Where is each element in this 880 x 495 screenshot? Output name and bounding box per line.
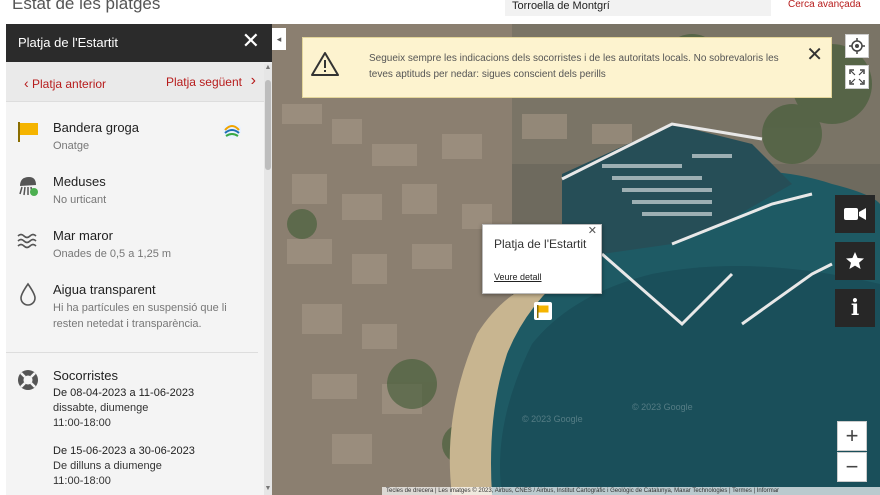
close-alert-button[interactable]: ✕ (806, 42, 823, 67)
panel-header: Platja de l'Estartit ✕ (6, 24, 272, 62)
waves-icon (17, 233, 37, 249)
scroll-up-arrow[interactable]: ▲ (264, 64, 272, 72)
collapse-panel-button[interactable]: ◂ (272, 28, 286, 50)
lifebuoy-icon (18, 370, 38, 390)
flag-status-item: Bandera groga Onatge (6, 120, 258, 156)
map-attribution: Tecles de drecera | Les imatges © 2023, … (382, 487, 880, 495)
divider (6, 352, 258, 353)
previous-beach-link[interactable]: ‹ Platja anterior (24, 75, 106, 91)
scroll-down-arrow[interactable]: ▼ (264, 485, 272, 493)
beach-navigation: ‹ Platja anterior Platja següent › (6, 62, 272, 102)
blue-flag-logo-icon (223, 121, 241, 139)
panel-scrollbar[interactable]: ▲ ▼ (264, 64, 272, 495)
flag-status-subtitle: Onatge (53, 140, 90, 152)
flag-status-title: Bandera groga (53, 120, 140, 135)
yellow-flag-icon (18, 122, 38, 142)
previous-beach-label: Platja anterior (32, 77, 107, 91)
info-icon: i (850, 295, 860, 321)
beach-detail-panel: Platja de l'Estartit ✕ ‹ Platja anterior… (6, 24, 272, 495)
beach-marker[interactable] (534, 302, 552, 320)
favorite-button[interactable] (835, 242, 875, 280)
lifeguard-period-2-dates: De 15-06-2023 a 30-06-2023 (53, 445, 195, 457)
water-quality-item: Aigua transparent Hi ha partícules en su… (6, 282, 258, 342)
sea-state-title: Mar maror (53, 228, 113, 243)
close-panel-button[interactable]: ✕ (242, 30, 260, 52)
warning-icon (311, 52, 339, 76)
close-popup-button[interactable]: ✕ (588, 224, 597, 237)
video-camera-icon (844, 208, 866, 220)
jellyfish-subtitle: No urticant (53, 194, 107, 206)
water-quality-subtitle: Hi ha partícules en suspensió que li res… (53, 302, 227, 330)
page-title: Estat de les platges (12, 0, 161, 13)
top-bar: Estat de les platges Cerca avançada (0, 0, 880, 22)
webcam-button[interactable] (835, 195, 875, 233)
lifeguard-period-2-days: De dilluns a diumenge (53, 460, 162, 472)
lifeguard-period-1-days: dissabte, diumenge (53, 402, 149, 414)
yellow-flag-marker-icon (537, 305, 549, 318)
water-quality-title: Aigua transparent (53, 282, 156, 297)
popup-title: Platja de l'Estartit (494, 237, 587, 251)
jellyfish-icon (19, 177, 38, 196)
crosshair-icon (849, 38, 865, 54)
lifeguards-title: Socorristes (53, 368, 119, 383)
map-watermark-1: © 2023 Google (522, 414, 583, 424)
lifeguard-period-1-hours: 11:00-18:00 (53, 417, 111, 429)
zoom-in-button[interactable]: + (837, 421, 867, 451)
popup-details-link[interactable]: Veure detall (494, 272, 542, 282)
jellyfish-title: Meduses (53, 174, 106, 189)
map-watermark-2: © 2023 Google (632, 402, 693, 412)
jellyfish-item: Meduses No urticant (6, 174, 258, 210)
chevron-right-icon[interactable]: › (251, 72, 256, 90)
satellite-map[interactable]: © 2023 Google © 2023 Google Segueix semp… (272, 24, 880, 495)
lifeguards-item: Socorristes De 08-04-2023 a 11-06-2023 d… (6, 368, 258, 495)
safety-alert: Segueix sempre les indicacions dels soco… (302, 37, 832, 98)
sea-state-subtitle: Onades de 0,5 a 1,25 m (53, 248, 172, 260)
lifeguard-period-1-dates: De 08-04-2023 a 11-06-2023 (53, 387, 195, 399)
fullscreen-button[interactable] (845, 65, 869, 89)
locate-button[interactable] (845, 34, 869, 58)
search-input[interactable] (505, 0, 771, 16)
sea-state-item: Mar maror Onades de 0,5 a 1,25 m (6, 228, 258, 264)
lifeguard-period-2-hours: 11:00-18:00 (53, 475, 111, 487)
next-beach-label: Platja següent (165, 75, 242, 89)
zoom-out-button[interactable]: − (837, 452, 867, 482)
chevron-left-icon: ‹ (24, 75, 29, 91)
advanced-search-link[interactable]: Cerca avançada (788, 0, 861, 10)
beach-popup: ✕ Platja de l'Estartit Veure detall (482, 224, 602, 294)
scroll-thumb[interactable] (265, 80, 271, 170)
panel-title: Platja de l'Estartit (18, 35, 119, 50)
star-icon (846, 252, 864, 269)
info-button[interactable]: i (835, 289, 875, 327)
next-beach-link[interactable]: Platja següent (166, 75, 242, 89)
water-drop-icon (20, 282, 36, 306)
alert-message: Segueix sempre les indicacions dels soco… (369, 53, 779, 80)
expand-icon (849, 69, 865, 85)
